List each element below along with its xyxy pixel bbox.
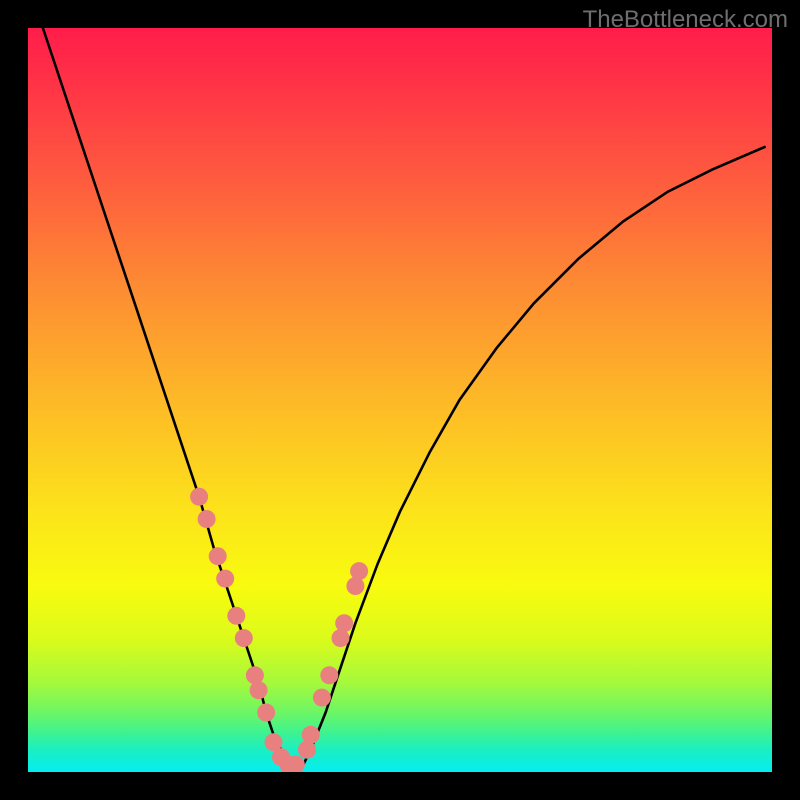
datapoint-marker bbox=[350, 562, 368, 580]
datapoint-group bbox=[190, 488, 368, 772]
datapoint-marker bbox=[190, 488, 208, 506]
datapoint-marker bbox=[250, 681, 268, 699]
datapoint-marker bbox=[302, 726, 320, 744]
datapoint-marker bbox=[209, 547, 227, 565]
datapoint-marker bbox=[216, 570, 234, 588]
datapoint-marker bbox=[257, 704, 275, 722]
datapoint-marker bbox=[335, 614, 353, 632]
chart-canvas: TheBottleneck.com bbox=[0, 0, 800, 800]
bottleneck-curve bbox=[43, 28, 765, 765]
datapoint-marker bbox=[227, 607, 245, 625]
chart-overlay bbox=[28, 28, 772, 772]
plot-area bbox=[28, 28, 772, 772]
datapoint-marker bbox=[235, 629, 253, 647]
datapoint-marker bbox=[313, 689, 331, 707]
datapoint-marker bbox=[198, 510, 216, 528]
datapoint-marker bbox=[320, 666, 338, 684]
